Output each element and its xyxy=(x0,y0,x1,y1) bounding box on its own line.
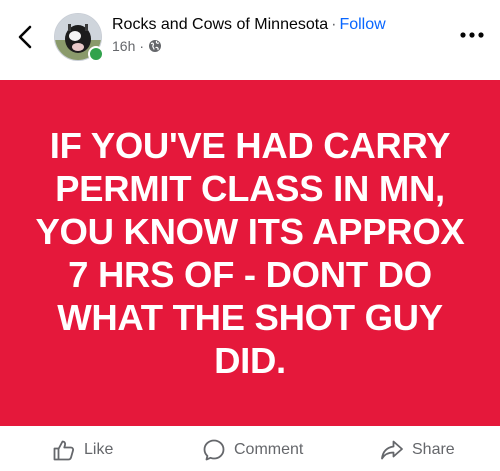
title-separator: · xyxy=(331,16,337,33)
post-text: IF YOU'VE HAD CARRY PERMIT CLASS IN MN, … xyxy=(35,125,465,381)
comment-label: Comment xyxy=(234,441,304,458)
page-name[interactable]: Rocks and Cows of Minnesota xyxy=(112,16,328,33)
share-arrow-icon xyxy=(381,440,403,460)
post-title-row: Rocks and Cows of Minnesota · Follow xyxy=(112,16,386,34)
post-timestamp[interactable]: 16h xyxy=(112,38,135,54)
post-meta: 16h · xyxy=(112,38,162,54)
globe-icon xyxy=(149,40,162,52)
thumbs-up-icon xyxy=(53,440,75,461)
post-action-bar: Like Comment Share xyxy=(0,426,500,471)
comment-button[interactable]: Comment xyxy=(202,438,303,462)
more-horizontal-icon[interactable] xyxy=(455,28,489,42)
like-button[interactable]: Like xyxy=(52,438,113,462)
online-status-dot xyxy=(88,46,104,62)
post-header: Rocks and Cows of Minnesota · Follow 16h · xyxy=(0,0,500,80)
share-button[interactable]: Share xyxy=(380,438,455,462)
post-text-card[interactable]: IF YOU'VE HAD CARRY PERMIT CLASS IN MN, … xyxy=(0,80,500,426)
follow-button[interactable]: Follow xyxy=(339,16,385,33)
speech-bubble-icon xyxy=(203,439,225,461)
meta-separator: · xyxy=(139,38,145,54)
share-label: Share xyxy=(412,441,455,458)
like-label: Like xyxy=(84,441,114,458)
chevron-left-icon[interactable] xyxy=(14,22,38,52)
